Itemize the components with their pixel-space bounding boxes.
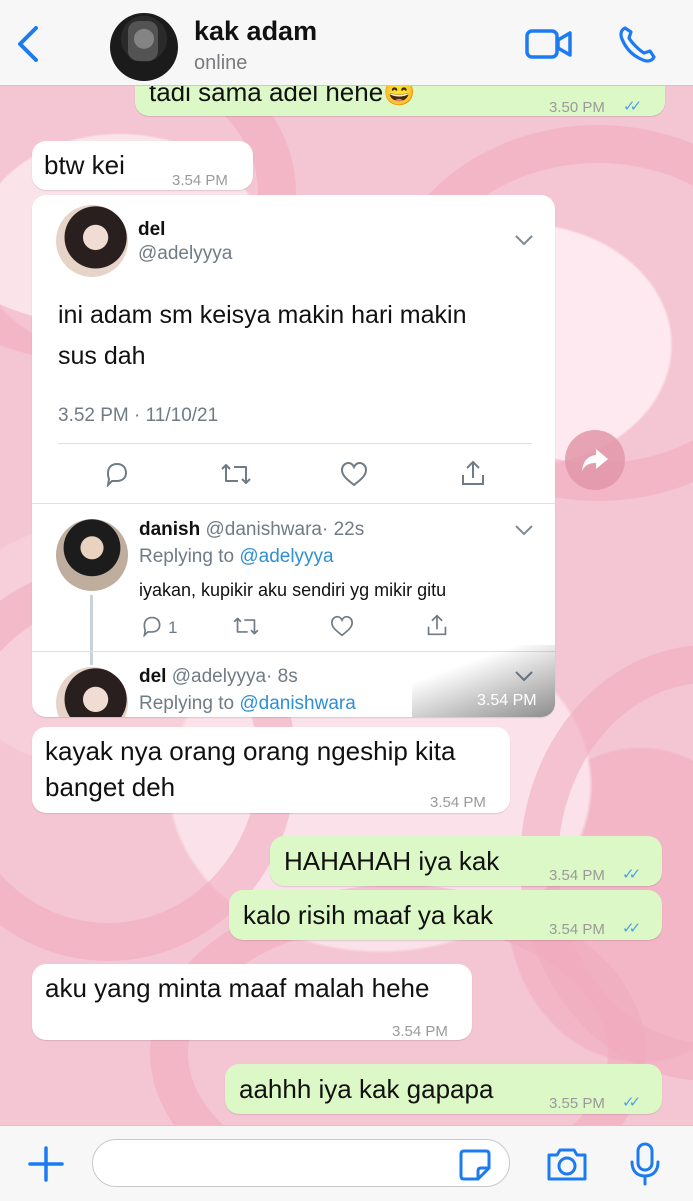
message-time: 3.54 PM: [430, 794, 486, 811]
message-incoming[interactable]: aku yang minta maaf malah hehe 3.54 PM: [32, 964, 472, 1040]
reply-author-avatar: [56, 519, 128, 591]
microphone-icon[interactable]: [628, 1142, 662, 1186]
message-text: aahhh iya kak gapapa: [239, 1074, 494, 1104]
tweet-author-name: del: [138, 219, 166, 240]
divider: [58, 443, 532, 444]
message-incoming[interactable]: btw kei 3.54 PM: [32, 141, 253, 190]
message-text: btw kei: [44, 150, 125, 180]
chevron-down-icon[interactable]: [514, 523, 534, 537]
reply-author-handle: @adelyyya: [171, 666, 267, 687]
message-time: 3.55 PM: [549, 1095, 605, 1112]
message-image-tweet[interactable]: del @adelyyya ini adam sm keisya makin h…: [32, 195, 555, 717]
read-receipt-icon: ✓✓: [623, 98, 642, 115]
message-incoming[interactable]: kayak nya orang orang ngeship kita bange…: [32, 727, 510, 813]
contact-avatar[interactable]: [110, 13, 178, 81]
message-time: 3.50 PM: [549, 99, 605, 116]
share-icon[interactable]: [460, 459, 486, 487]
chat-header: kak adam online: [0, 0, 693, 86]
message-outgoing[interactable]: aahhh iya kak gapapa 3.55 PM ✓✓: [225, 1064, 662, 1114]
reply-author-avatar: [56, 667, 128, 717]
reply-author-name: del: [139, 666, 167, 687]
reply-header: del @adelyyya· 8s: [139, 666, 298, 688]
read-receipt-icon: ✓✓: [622, 866, 641, 883]
camera-icon[interactable]: [545, 1145, 589, 1183]
contact-status: online: [194, 52, 248, 74]
share-icon[interactable]: [426, 613, 448, 637]
reply-age: · 8s: [266, 666, 298, 687]
sticker-icon[interactable]: [458, 1148, 492, 1182]
reply-author-name: danish: [139, 519, 201, 540]
reply-replying-to: Replying to @adelyyya: [139, 546, 334, 568]
video-call-icon[interactable]: [524, 26, 574, 62]
forward-button[interactable]: [565, 430, 625, 490]
phone-call-icon[interactable]: [616, 24, 658, 66]
reply-replying-to: Replying to @danishwara: [139, 693, 356, 715]
forward-icon: [582, 449, 608, 471]
like-icon[interactable]: [330, 615, 354, 637]
tweet-text: ini adam sm keisya makin hari makin sus …: [58, 301, 467, 370]
chevron-down-icon[interactable]: [514, 233, 534, 247]
thread-line: [90, 595, 93, 665]
replying-prefix: Replying to: [139, 546, 240, 567]
divider: [32, 503, 555, 504]
read-receipt-icon: ✓✓: [622, 1094, 641, 1111]
mention-link[interactable]: @danishwara: [239, 693, 355, 714]
message-time: 3.54 PM: [172, 172, 228, 189]
read-receipt-icon: ✓✓: [622, 920, 641, 937]
message-time: 3.54 PM: [549, 921, 605, 938]
message-text: aku yang minta maaf malah hehe: [45, 973, 430, 1003]
message-time: 3.54 PM: [549, 867, 605, 884]
reply-icon[interactable]: [140, 615, 164, 637]
message-text: kalo risih maaf ya kak: [243, 900, 493, 930]
replying-prefix: Replying to: [139, 693, 240, 714]
message-text: kayak nya orang orang ngeship kita bange…: [45, 736, 456, 802]
reply-icon[interactable]: [104, 461, 130, 487]
mention-link[interactable]: @adelyyya: [239, 546, 333, 567]
reply-age: · 22s: [321, 519, 365, 540]
back-icon[interactable]: [14, 24, 44, 64]
message-input[interactable]: [92, 1139, 510, 1187]
message-time: 3.54 PM: [477, 692, 537, 709]
contact-name[interactable]: kak adam: [194, 16, 317, 47]
plus-icon[interactable]: [26, 1144, 66, 1184]
message-time: 3.54 PM: [392, 1023, 448, 1040]
tweet-timestamp: 3.52 PM · 11/10/21: [58, 405, 219, 426]
retweet-icon[interactable]: [220, 461, 252, 487]
retweet-icon[interactable]: [232, 615, 260, 637]
like-icon[interactable]: [340, 461, 368, 487]
message-outgoing[interactable]: kalo risih maaf ya kak 3.54 PM ✓✓: [229, 890, 662, 940]
message-text: HAHAHAH iya kak: [284, 846, 500, 876]
reply-header: danish @danishwara· 22s: [139, 519, 364, 541]
reply-text: iyakan, kupikir aku sendiri yg mikir git…: [139, 580, 447, 600]
reply-count: 1: [168, 618, 178, 637]
reply-author-handle: @danishwara: [205, 519, 322, 540]
message-outgoing[interactable]: HAHAHAH iya kak 3.54 PM ✓✓: [270, 836, 662, 886]
tweet-author-handle: @adelyyya: [138, 243, 233, 264]
input-bar: [0, 1125, 693, 1201]
tweet-author-avatar: [56, 205, 128, 277]
